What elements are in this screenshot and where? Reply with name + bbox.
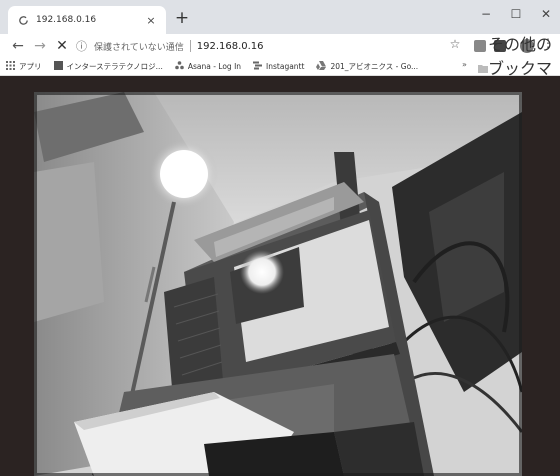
url-text[interactable]: 192.168.0.16 <box>197 41 264 52</box>
bookmark-star-icon[interactable]: ☆ <box>446 37 464 51</box>
bookmarks-bar: アプリ インターステラテクノロジ... Asana - Log In Insta… <box>0 35 560 102</box>
bookmark-label: Instagantt <box>266 62 305 71</box>
extension-icon[interactable] <box>474 40 486 52</box>
maximize-button[interactable]: ☐ <box>502 4 530 26</box>
window-close-button[interactable]: ✕ <box>532 4 560 26</box>
bookmark-item-asana[interactable]: Asana - Log In <box>175 61 241 72</box>
tab-strip: 192.168.0.16 × + − ☐ ✕ <box>0 0 560 34</box>
camera-stream-image <box>34 92 522 476</box>
bookmark-icon <box>53 61 63 72</box>
reload-icon <box>16 13 30 27</box>
bookmark-item-interstellar[interactable]: インターステラテクノロジ... <box>53 61 163 72</box>
asana-icon <box>175 61 184 72</box>
bookmark-item-drive[interactable]: 201_アビオニクス - Go... <box>316 61 418 72</box>
security-label: 保護されていない通信 <box>94 42 184 53</box>
bookmark-item-instagantt[interactable]: Instagantt <box>253 61 304 72</box>
instagantt-icon <box>253 61 263 72</box>
bookmark-item-apps[interactable]: アプリ <box>6 61 42 72</box>
bookmark-label: インターステラテクノロジ... <box>66 62 163 71</box>
address-bar[interactable]: ⓘ 保護されていない通信 192.168.0.16 <box>76 36 468 56</box>
tab-close-button[interactable]: × <box>144 14 158 27</box>
stop-button[interactable]: ✕ <box>52 36 72 56</box>
bookmark-label: Asana - Log In <box>187 62 242 71</box>
tab-title: 192.168.0.16 <box>36 15 97 25</box>
info-icon[interactable]: ⓘ <box>76 38 90 54</box>
minimize-button[interactable]: − <box>472 4 500 26</box>
bookmark-label: 201_アビオニクス - Go... <box>330 62 419 71</box>
page-viewport <box>0 76 560 476</box>
apps-icon <box>6 61 15 72</box>
address-separator <box>189 40 191 52</box>
browser-tab[interactable]: 192.168.0.16 × <box>8 6 166 34</box>
other-bookmarks-folder[interactable]: その他のブックマーク <box>478 35 560 102</box>
bookmarks-overflow-button[interactable]: » <box>462 60 467 69</box>
browser-toolbar: ← → ✕ ⓘ 保護されていない通信 192.168.0.16 ☆ ⋮ <box>0 34 560 58</box>
new-tab-button[interactable]: + <box>172 9 192 29</box>
drive-icon <box>316 61 327 72</box>
bookmark-label: アプリ <box>19 62 42 71</box>
back-button[interactable]: ← <box>8 36 28 56</box>
folder-icon <box>478 58 488 77</box>
forward-button[interactable]: → <box>30 36 50 56</box>
